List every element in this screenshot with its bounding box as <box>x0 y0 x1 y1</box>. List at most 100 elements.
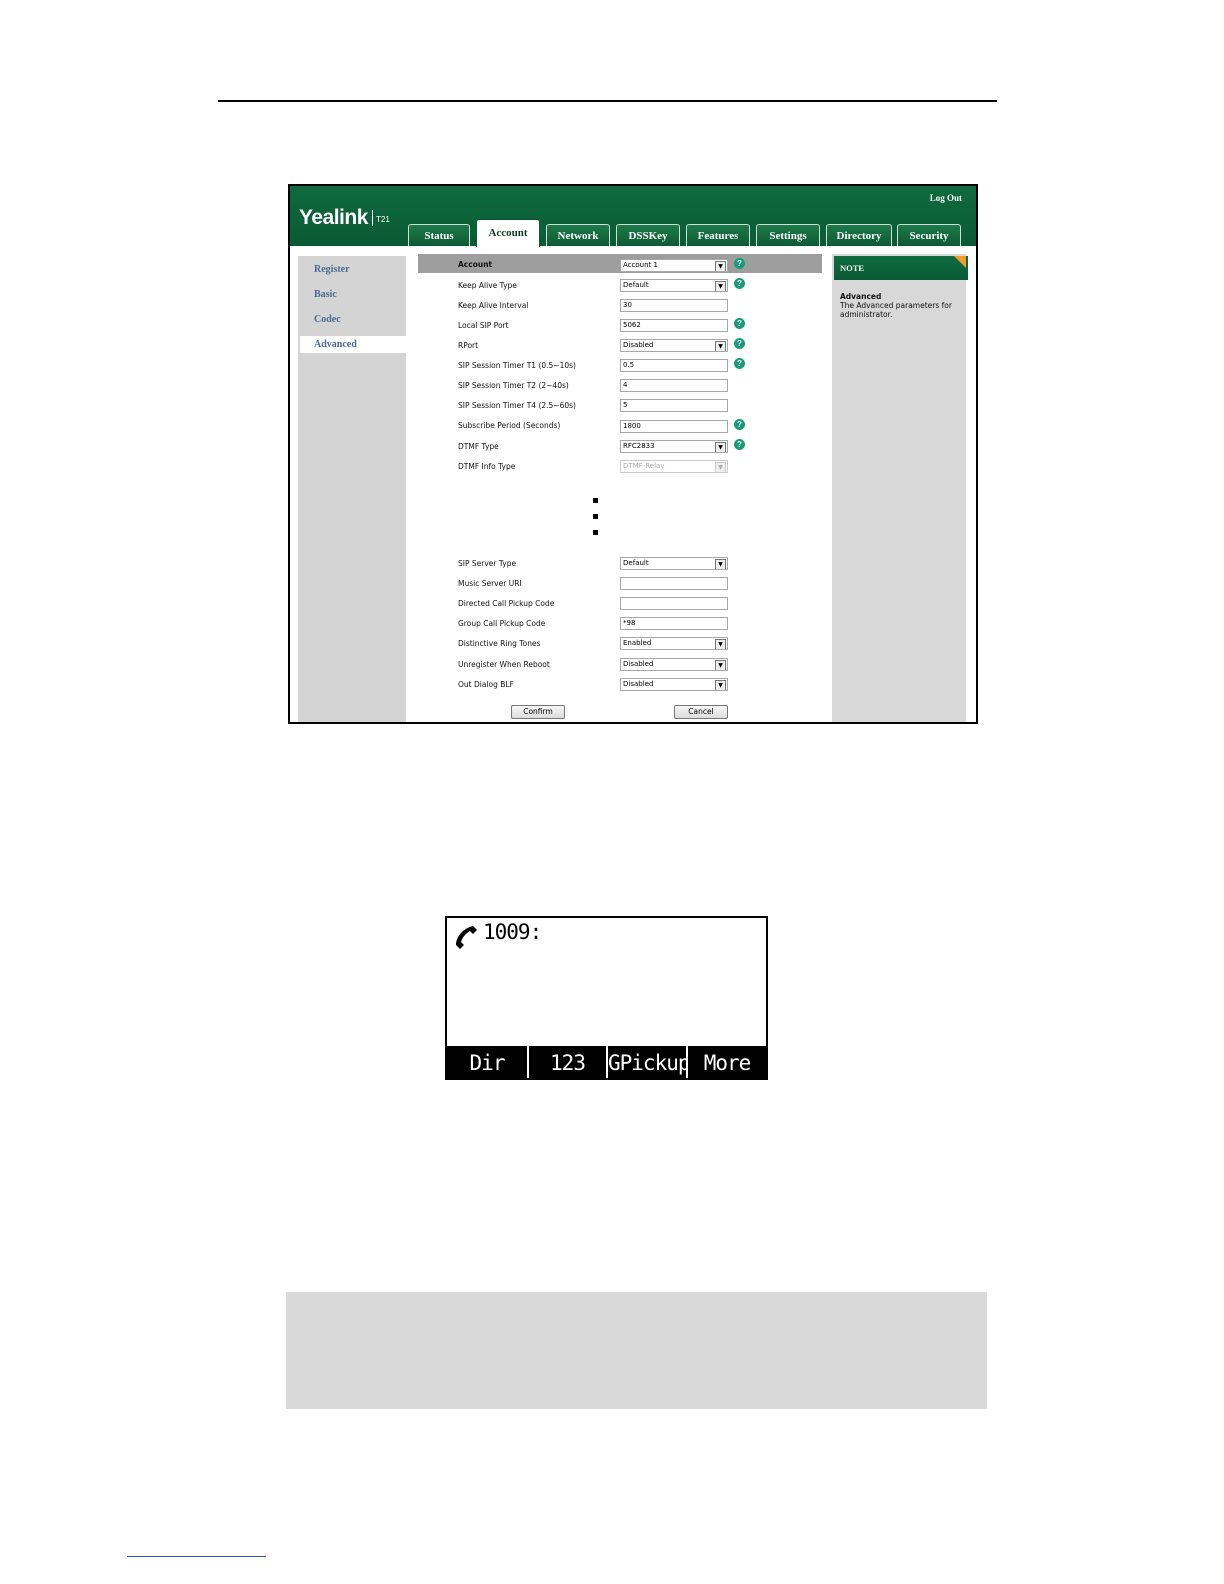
label-sip-timer-t1: SIP Session Timer T1 (0.5~10s) <box>458 361 576 370</box>
label-sip-server-type: SIP Server Type <box>458 559 517 568</box>
tab-features[interactable]: Features <box>686 224 750 246</box>
directed-pickup-code-input[interactable] <box>620 597 728 610</box>
tab-dsskey[interactable]: DSSKey <box>616 224 680 246</box>
softkey-gpickup[interactable]: GPickup <box>608 1048 686 1078</box>
lcd-line-text: 1009: <box>483 920 542 944</box>
unregister-when-reboot-select[interactable]: Disabled ▼ <box>620 658 728 671</box>
label-directed-pickup-code: Directed Call Pickup Code <box>458 599 555 608</box>
label-sip-timer-t4: SIP Session Timer T4 (2.5~60s) <box>458 401 576 410</box>
keep-alive-interval-value: 30 <box>623 301 632 309</box>
out-dialog-blf-value: Disabled <box>623 680 654 688</box>
nav-register[interactable]: Register <box>314 264 350 275</box>
nav-basic[interactable]: Basic <box>314 289 337 300</box>
rport-select[interactable]: Disabled ▼ <box>620 339 728 352</box>
label-keep-alive-interval: Keep Alive Interval <box>458 301 529 310</box>
sip-timer-t4-input[interactable]: 5 <box>620 399 728 412</box>
tab-directory[interactable]: Directory <box>826 224 892 246</box>
note-panel <box>832 254 966 722</box>
nav-codec[interactable]: Codec <box>314 314 341 325</box>
account-select-value: Account 1 <box>623 261 658 269</box>
label-unregister-when-reboot: Unregister When Reboot <box>458 660 550 669</box>
dropdown-arrow-icon: ▼ <box>715 261 726 271</box>
note-title: NOTE <box>840 263 865 273</box>
sip-timer-t1-value: 0.5 <box>623 361 635 369</box>
sip-timer-t1-input[interactable]: 0.5 <box>620 359 728 372</box>
subscribe-period-input[interactable]: 1800 <box>620 420 728 433</box>
ellipsis-dot <box>593 498 598 503</box>
confirm-button[interactable]: Confirm <box>511 705 565 719</box>
dtmf-type-select[interactable]: RFC2833 ▼ <box>620 440 728 453</box>
dropdown-arrow-icon: ▼ <box>715 559 726 569</box>
model-label: T21 <box>376 215 390 224</box>
label-keep-alive-type: Keep Alive Type <box>458 281 517 290</box>
help-icon[interactable]: ? <box>734 439 745 450</box>
label-distinctive-ring-tones: Distinctive Ring Tones <box>458 639 541 648</box>
dropdown-arrow-icon: ▼ <box>715 660 726 670</box>
subscribe-period-value: 1800 <box>623 422 641 430</box>
group-pickup-code-input[interactable]: *98 <box>620 617 728 630</box>
dtmf-info-type-value: DTMF-Relay <box>623 462 665 470</box>
help-icon[interactable]: ? <box>734 318 745 329</box>
label-out-dialog-blf: Out Dialog BLF <box>458 680 514 689</box>
label-rport: RPort <box>458 341 479 350</box>
unregister-when-reboot-value: Disabled <box>623 660 654 668</box>
logout-link[interactable]: Log Out <box>930 193 962 203</box>
logo-separator <box>372 210 373 226</box>
keep-alive-type-value: Default <box>623 281 649 289</box>
distinctive-ring-tones-select[interactable]: Enabled ▼ <box>620 637 728 650</box>
cancel-button[interactable]: Cancel <box>674 705 728 719</box>
label-subscribe-period: Subscribe Period (Seconds) <box>458 421 561 430</box>
tab-security[interactable]: Security <box>897 224 961 246</box>
keep-alive-interval-input[interactable]: 30 <box>620 299 728 312</box>
local-sip-port-input[interactable]: 5062 <box>620 319 728 332</box>
help-icon[interactable]: ? <box>734 358 745 369</box>
distinctive-ring-tones-value: Enabled <box>623 639 652 647</box>
ellipsis-dot <box>593 514 598 519</box>
handset-icon <box>456 926 477 949</box>
side-nav <box>298 256 406 722</box>
label-account: Account <box>458 260 493 269</box>
dtmf-type-value: RFC2833 <box>623 442 655 450</box>
sip-server-type-select[interactable]: Default ▼ <box>620 557 728 570</box>
sip-server-type-value: Default <box>623 559 649 567</box>
ellipsis-dot <box>593 530 598 535</box>
softkey-more[interactable]: More <box>688 1048 766 1078</box>
local-sip-port-value: 5062 <box>623 321 641 329</box>
tab-status[interactable]: Status <box>408 224 470 246</box>
note-subtitle: Advanced <box>840 292 882 301</box>
sip-timer-t4-value: 5 <box>623 401 628 409</box>
phone-lcd-screen: 1009: Dir 123 GPickup More <box>445 916 768 1080</box>
note-text: The Advanced parameters for administrato… <box>840 301 952 319</box>
help-icon[interactable]: ? <box>734 258 745 269</box>
help-icon[interactable]: ? <box>734 419 745 430</box>
tab-network[interactable]: Network <box>546 224 610 246</box>
web-ui-screenshot: Yealink T21 Log Out Status Account Netwo… <box>288 184 978 724</box>
dropdown-arrow-icon: ▼ <box>715 680 726 690</box>
help-icon[interactable]: ? <box>734 278 745 289</box>
dropdown-arrow-icon: ▼ <box>715 639 726 649</box>
brand-logo: Yealink <box>299 206 368 229</box>
music-server-uri-input[interactable] <box>620 577 728 590</box>
dropdown-arrow-icon: ▼ <box>715 281 726 291</box>
softkey-dir[interactable]: Dir <box>447 1048 527 1078</box>
page-header-rule <box>218 100 997 102</box>
nav-advanced[interactable]: Advanced <box>314 339 357 350</box>
tab-account[interactable]: Account <box>476 219 540 247</box>
keep-alive-type-select[interactable]: Default ▼ <box>620 279 728 292</box>
group-pickup-code-value: *98 <box>623 619 636 627</box>
sip-timer-t2-value: 4 <box>623 381 628 389</box>
note-corner-fold <box>954 256 966 268</box>
dropdown-arrow-icon: ▼ <box>715 341 726 351</box>
dropdown-arrow-icon: ▼ <box>715 462 726 472</box>
sip-timer-t2-input[interactable]: 4 <box>620 379 728 392</box>
dtmf-info-type-select[interactable]: DTMF-Relay ▼ <box>620 460 728 473</box>
label-sip-timer-t2: SIP Session Timer T2 (2~40s) <box>458 381 569 390</box>
label-group-pickup-code: Group Call Pickup Code <box>458 619 546 628</box>
dropdown-arrow-icon: ▼ <box>715 442 726 452</box>
account-select[interactable]: Account 1 ▼ <box>620 259 728 272</box>
tab-settings[interactable]: Settings <box>756 224 820 246</box>
softkey-123[interactable]: 123 <box>529 1048 606 1078</box>
out-dialog-blf-select[interactable]: Disabled ▼ <box>620 678 728 691</box>
label-music-server-uri: Music Server URI <box>458 579 522 588</box>
help-icon[interactable]: ? <box>734 338 745 349</box>
